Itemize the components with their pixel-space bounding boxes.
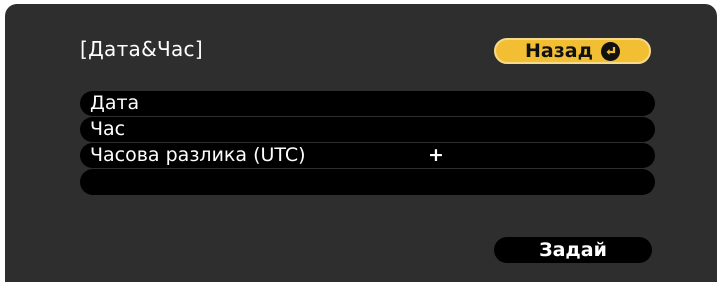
utc-offset-label: Часова разлика (UTC) [90,144,306,166]
utc-offset-sign: + [428,144,444,166]
date-time-dialog: [Дата&Час] Назад Дата Час Часова разлика… [5,4,717,282]
back-button[interactable]: Назад [494,38,651,64]
enter-return-icon [600,41,620,61]
empty-row[interactable] [80,169,655,195]
set-button[interactable]: Задай [494,237,652,263]
time-row[interactable]: Час [80,117,655,142]
time-label: Час [90,118,126,140]
settings-list: Дата Час Часова разлика (UTC) + [80,91,655,196]
back-button-label: Назад [525,40,593,62]
date-row[interactable]: Дата [80,91,655,116]
date-label: Дата [90,92,140,114]
utc-offset-row[interactable]: Часова разлика (UTC) + [80,143,655,168]
dialog-title: [Дата&Час] [80,37,203,61]
